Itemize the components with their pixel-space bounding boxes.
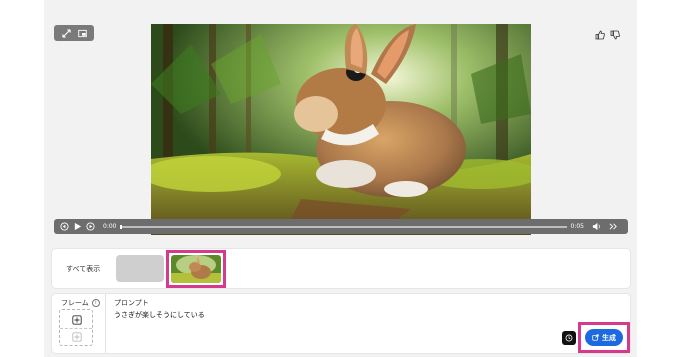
duration: 0:05 xyxy=(570,223,584,230)
rewind-icon[interactable] xyxy=(60,222,69,231)
thumbnail-strip: すべて表示 xyxy=(51,248,631,289)
picture-in-picture-icon[interactable] xyxy=(77,29,87,38)
frame-label-text: フレーム xyxy=(61,299,89,307)
seek-handle[interactable] xyxy=(120,224,123,229)
generate-button-highlight: 生成 xyxy=(578,322,630,353)
rabbit-thumbnail-image xyxy=(171,255,221,283)
add-end-frame-icon[interactable] xyxy=(72,332,82,342)
show-all-link[interactable]: すべて表示 xyxy=(66,264,100,274)
video-frame[interactable] xyxy=(151,24,531,235)
selected-thumbnail[interactable] xyxy=(166,250,226,288)
info-icon[interactable]: i xyxy=(91,299,100,307)
prompt-label: プロンプト xyxy=(114,299,149,307)
prompt-input[interactable]: うさぎが楽しそうにしている xyxy=(114,310,205,320)
generate-label: 生成 xyxy=(602,333,616,342)
frame-slots xyxy=(59,309,93,346)
current-time: 0:00 xyxy=(103,223,117,230)
video-player-controls: 0:00 0:05 xyxy=(54,219,628,234)
thumbs-down-icon[interactable] xyxy=(610,30,620,40)
generate-button[interactable]: 生成 xyxy=(585,329,623,346)
prompt-panel: フレーム i プロンプト うさぎが楽しそうにしている xyxy=(51,293,631,354)
add-frame-icon[interactable] xyxy=(72,315,82,325)
thumbs-up-icon[interactable] xyxy=(595,30,605,40)
view-tools xyxy=(54,25,94,41)
history-icon xyxy=(565,334,573,342)
panel-divider xyxy=(105,294,106,353)
history-button[interactable] xyxy=(562,331,576,345)
frame-label: フレーム i xyxy=(61,298,100,308)
expand-icon[interactable] xyxy=(61,28,71,38)
thumbnail-placeholder[interactable] xyxy=(116,255,164,282)
feedback-buttons xyxy=(595,30,620,40)
play-icon[interactable] xyxy=(73,222,82,231)
slot-divider xyxy=(60,328,92,329)
generate-icon xyxy=(592,334,599,341)
rabbit-forest-image xyxy=(151,24,531,235)
more-chevrons-icon[interactable] xyxy=(609,222,618,231)
seek-bar[interactable] xyxy=(120,224,567,229)
forward-icon[interactable] xyxy=(86,222,95,231)
volume-icon[interactable] xyxy=(592,222,601,231)
